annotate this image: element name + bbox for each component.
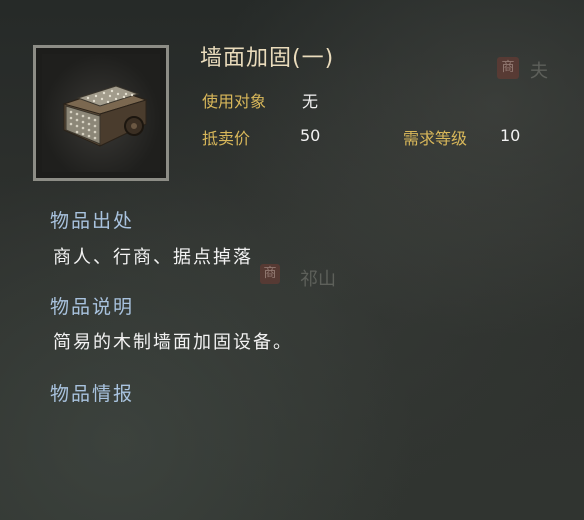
- level-value: 10: [500, 126, 521, 145]
- map-shop-badge: 商: [260, 264, 280, 284]
- item-icon-frame: [33, 45, 169, 181]
- price-label: 抵卖价: [202, 129, 251, 148]
- item-name: 墙面加固(一): [200, 46, 335, 71]
- target-label: 使用对象: [202, 92, 267, 111]
- wooden-wall-reinforcement-icon: [42, 54, 160, 172]
- price-value: 50: [300, 126, 321, 145]
- description-heading: 物品说明: [50, 296, 135, 318]
- map-place-label-qishan: 祁山: [300, 269, 336, 290]
- item-image: [62, 85, 148, 147]
- source-heading: 物品出处: [50, 210, 135, 232]
- intel-heading: 物品情报: [50, 383, 135, 405]
- target-value: 无: [302, 92, 319, 111]
- level-label: 需求等级: [403, 129, 468, 148]
- source-text: 商人、行商、据点掉落: [53, 247, 253, 268]
- map-place-label-right: 夫: [530, 61, 548, 82]
- map-shop-badge: 商: [497, 57, 519, 79]
- description-text: 简易的木制墙面加固设备。: [53, 332, 293, 353]
